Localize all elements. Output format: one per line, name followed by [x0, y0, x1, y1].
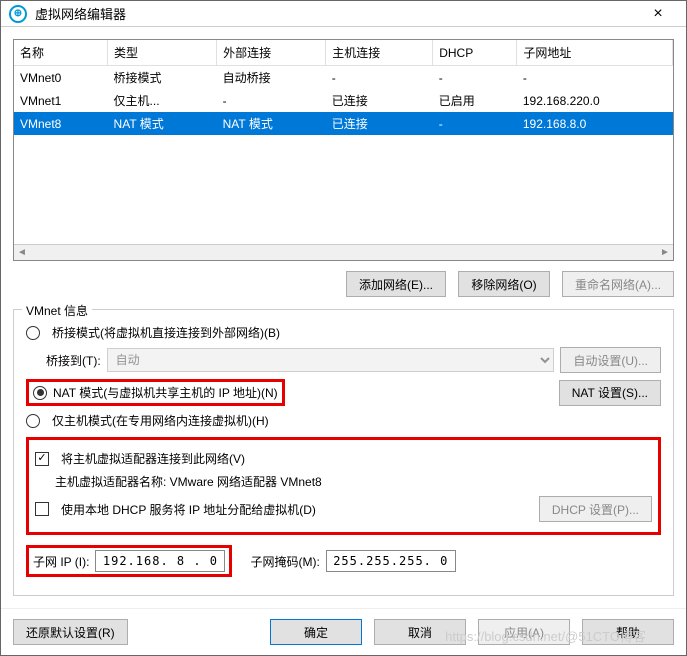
bridged-radio[interactable]	[26, 326, 40, 340]
use-dhcp-label: 使用本地 DHCP 服务将 IP 地址分配给虚拟机(D)	[61, 501, 316, 518]
apply-button: 应用(A)	[478, 619, 570, 645]
dhcp-settings-button: DHCP 设置(P)...	[539, 496, 652, 522]
subnet-ip-input[interactable]	[95, 550, 225, 572]
cancel-button[interactable]: 取消	[374, 619, 466, 645]
table-row[interactable]: VMnet1仅主机...-已连接已启用192.168.220.0	[14, 89, 673, 112]
col-header[interactable]: 名称	[14, 40, 108, 66]
fieldset-legend: VMnet 信息	[22, 302, 92, 319]
bridge-to-select: 自动	[107, 348, 555, 372]
restore-defaults-button[interactable]: 还原默认设置(R)	[13, 619, 128, 645]
auto-settings-button: 自动设置(U)...	[560, 347, 661, 373]
use-dhcp-checkbox[interactable]	[35, 502, 49, 516]
nat-settings-button[interactable]: NAT 设置(S)...	[559, 380, 661, 406]
col-header[interactable]: 主机连接	[326, 40, 433, 66]
nat-label: NAT 模式(与虚拟机共享主机的 IP 地址)(N)	[53, 384, 278, 401]
hostonly-label: 仅主机模式(在专用网络内连接虚拟机)(H)	[52, 412, 269, 429]
window-title: 虚拟网络编辑器	[35, 4, 638, 23]
rename-network-button: 重命名网络(A)...	[562, 271, 674, 297]
adapter-name-label: 主机虚拟适配器名称: VMware 网络适配器 VMnet8	[55, 473, 322, 490]
col-header[interactable]: 类型	[108, 40, 217, 66]
nat-radio[interactable]	[33, 386, 47, 400]
col-header[interactable]: 外部连接	[217, 40, 326, 66]
remove-network-button[interactable]: 移除网络(O)	[458, 271, 550, 297]
connect-host-label: 将主机虚拟适配器连接到此网络(V)	[61, 450, 245, 467]
table-row[interactable]: VMnet8NAT 模式NAT 模式已连接-192.168.8.0	[14, 112, 673, 135]
subnet-mask-label: 子网掩码(M):	[250, 553, 319, 570]
subnet-mask-input[interactable]	[326, 550, 456, 572]
app-icon: ⊕	[9, 5, 27, 23]
h-scrollbar[interactable]: ◄ ►	[14, 244, 673, 260]
bridged-label: 桥接模式(将虚拟机直接连接到外部网络)(B)	[52, 324, 280, 341]
connect-host-checkbox[interactable]	[35, 452, 49, 466]
close-button[interactable]: ×	[638, 5, 678, 23]
ok-button[interactable]: 确定	[270, 619, 362, 645]
table-row[interactable]: VMnet0桥接模式自动桥接---	[14, 66, 673, 90]
network-table[interactable]: 名称类型外部连接主机连接DHCP子网地址 VMnet0桥接模式自动桥接---VM…	[13, 39, 674, 261]
subnet-ip-label: 子网 IP (I):	[33, 553, 89, 570]
hostonly-radio[interactable]	[26, 414, 40, 428]
col-header[interactable]: DHCP	[433, 40, 517, 66]
scroll-left-icon[interactable]: ◄	[14, 247, 30, 258]
add-network-button[interactable]: 添加网络(E)...	[346, 271, 446, 297]
scroll-right-icon[interactable]: ►	[657, 247, 673, 258]
help-button[interactable]: 帮助	[582, 619, 674, 645]
vmnet-info-group: VMnet 信息 桥接模式(将虚拟机直接连接到外部网络)(B) 桥接到(T): …	[13, 309, 674, 596]
bridge-to-label: 桥接到(T):	[46, 352, 101, 369]
col-header[interactable]: 子网地址	[517, 40, 673, 66]
